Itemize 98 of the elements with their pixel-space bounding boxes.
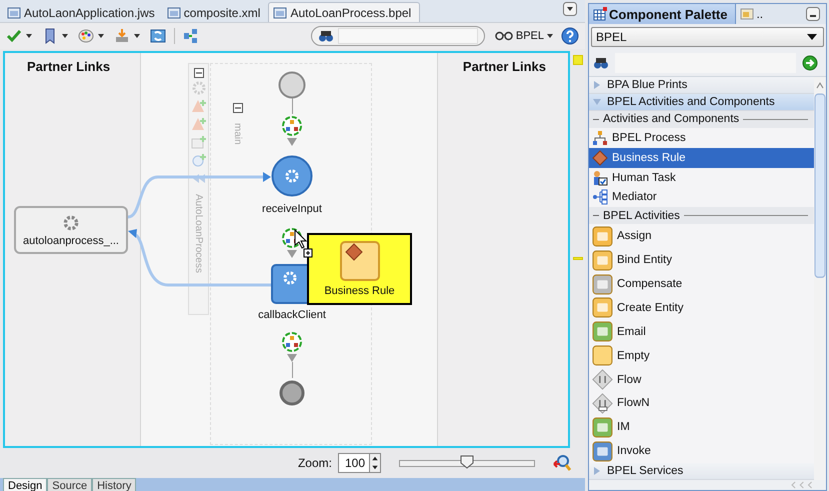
slider-thumb[interactable] <box>460 454 474 468</box>
group-heading: Activities and Components <box>603 113 740 126</box>
palette-item[interactable]: FlowN <box>589 391 814 416</box>
start-node <box>278 71 306 99</box>
activity-tile-icon <box>592 416 613 438</box>
activity-label: receiveInput <box>261 203 323 215</box>
view-menu-button[interactable]: BPEL <box>494 30 553 42</box>
editor-tab[interactable]: AutoLoanProcess.bpel <box>268 2 420 22</box>
activity-tile-icon <box>592 250 613 271</box>
view-tab[interactable]: History <box>92 478 136 491</box>
layout-icon[interactable] <box>183 28 199 44</box>
activity-tile-icon <box>592 274 613 294</box>
collapse-icon[interactable] <box>194 68 204 78</box>
marker-icon[interactable] <box>573 257 583 260</box>
zoom-reset-icon[interactable] <box>553 454 571 472</box>
file-icon <box>7 6 21 20</box>
file-icon <box>273 6 288 20</box>
help-icon[interactable] <box>561 27 579 45</box>
collapsed-icon <box>593 467 601 476</box>
caret-icon[interactable] <box>134 34 140 38</box>
panel-tab[interactable]: Component Palette <box>589 4 736 24</box>
search-field[interactable] <box>310 26 485 46</box>
palette-item[interactable]: Flow <box>589 368 814 392</box>
palette-item[interactable]: Mediator <box>589 187 814 208</box>
check-icon[interactable] <box>6 28 22 44</box>
collapsed-icon <box>593 80 601 89</box>
link-icon <box>281 115 303 137</box>
marker-icon[interactable] <box>573 55 583 65</box>
palette-section[interactable]: BPEL Activities and Components <box>589 94 814 111</box>
column-header: Partner Links <box>27 59 110 74</box>
zoom-spinner[interactable]: 100 <box>338 453 381 473</box>
glasses-icon <box>494 31 513 41</box>
caret-icon[interactable] <box>98 34 104 38</box>
person-task-icon <box>592 170 608 186</box>
activity-tile-icon <box>592 297 613 318</box>
group-heading: BPEL Activities <box>603 210 680 222</box>
fork-icon <box>592 189 608 206</box>
grid-icon <box>593 7 607 21</box>
palette-item[interactable]: Create Entity <box>589 296 814 320</box>
scrollbar[interactable] <box>814 77 826 480</box>
caret-icon[interactable] <box>26 34 32 38</box>
binoculars-icon <box>318 28 334 44</box>
editor-tab[interactable]: AutoLaonApplication.jws <box>3 3 163 22</box>
file-icon <box>166 6 181 20</box>
cursor-icon <box>294 229 314 259</box>
palette-section[interactable]: BPEL Services <box>589 463 814 480</box>
category-dropdown[interactable]: BPEL <box>591 27 824 47</box>
gear-icon <box>62 214 80 232</box>
caret-icon <box>547 34 553 38</box>
palette-icon[interactable] <box>78 28 94 44</box>
minimize-icon[interactable] <box>806 7 820 21</box>
palette-item[interactable]: Bind Entity <box>589 248 814 272</box>
palette-section[interactable]: BPA Blue Prints <box>589 77 814 94</box>
process-label: AutoLoanProcess <box>193 194 204 273</box>
editor-tab[interactable]: composite.xml <box>162 3 268 22</box>
caret-icon[interactable] <box>62 34 68 38</box>
activity-tile-icon <box>592 440 613 462</box>
drag-tooltip: Business Rule <box>307 233 412 305</box>
panel-tab[interactable]: .. <box>736 4 772 24</box>
view-tab[interactable]: Source <box>47 478 92 491</box>
end-node <box>279 380 305 406</box>
palette-item[interactable]: Business Rule <box>589 148 814 168</box>
activity-tile-icon <box>592 226 613 247</box>
link-icon <box>281 331 303 353</box>
activity-tile-icon <box>592 321 613 342</box>
palette-item[interactable]: Invoke <box>589 439 814 464</box>
receive-activity[interactable] <box>271 155 313 197</box>
arrow-icon <box>287 354 297 362</box>
arrow-icon <box>287 250 297 258</box>
diamond-icon <box>592 150 608 166</box>
activity-tile-icon <box>592 345 613 366</box>
binoculars-icon <box>593 55 609 71</box>
connector-line <box>291 362 294 378</box>
hierarchy-icon <box>592 130 608 146</box>
tab-list-icon[interactable] <box>563 2 577 16</box>
palette-item[interactable]: Assign <box>589 224 814 248</box>
palette-item[interactable]: Compensate <box>589 272 814 296</box>
diamond-icon <box>592 369 613 390</box>
diamond-icon <box>592 392 613 414</box>
refresh-icon[interactable] <box>150 28 166 44</box>
palette-item[interactable]: Empty <box>589 344 814 368</box>
zoom-label: Zoom: <box>298 456 332 470</box>
collapse-icon[interactable] <box>233 103 243 113</box>
view-tab[interactable]: Design <box>3 478 48 491</box>
caret-icon <box>807 34 817 40</box>
palette-item[interactable]: Human Task <box>589 168 814 188</box>
palette-item[interactable]: IM <box>589 415 814 440</box>
scope-label: main <box>232 123 243 145</box>
arrow-icon <box>287 138 297 146</box>
spinner-arrows-icon[interactable] <box>369 454 380 472</box>
column-header: Partner Links <box>462 59 546 74</box>
palette-item[interactable]: Email <box>589 320 814 344</box>
palette-item[interactable]: BPEL Process <box>589 128 814 148</box>
activity-label: callbackClient <box>257 309 327 321</box>
connector-line <box>291 98 294 114</box>
document-icon <box>740 7 754 21</box>
partner-link-node[interactable]: autoloanprocess_... <box>14 206 128 254</box>
expanded-icon <box>593 98 601 106</box>
